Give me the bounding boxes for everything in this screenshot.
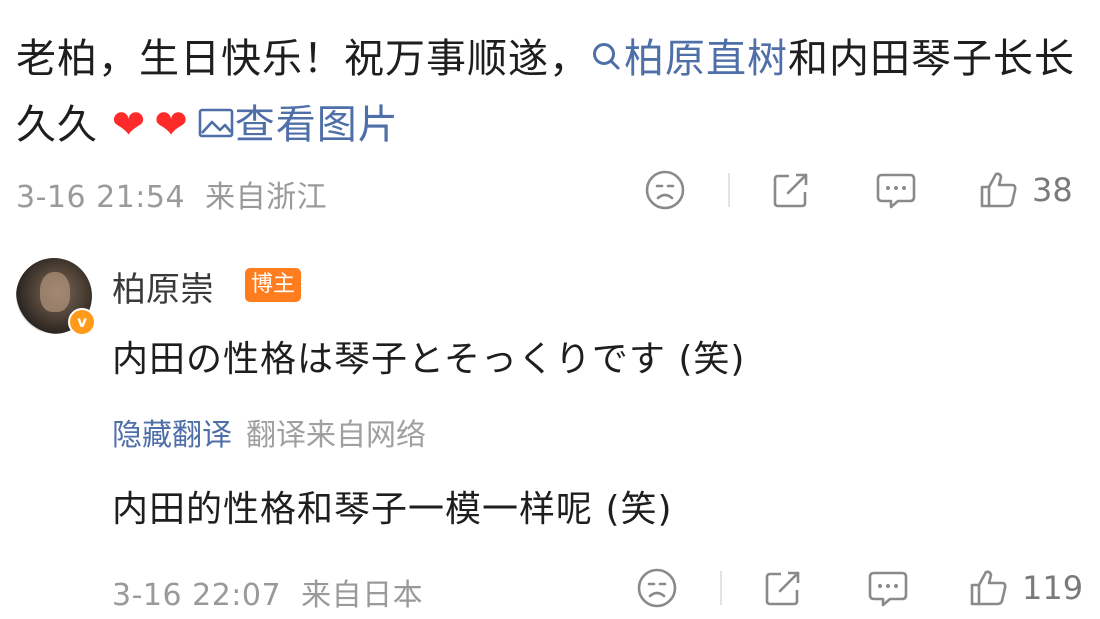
comment-icon (876, 173, 916, 209)
like-count: 119 (1022, 569, 1084, 607)
comment-location: 来自浙江 (205, 180, 328, 215)
sad-face-icon (645, 170, 685, 210)
reply-actions: 119 (636, 564, 1083, 612)
dislike-button[interactable] (636, 567, 678, 609)
host-badge: 博主 (245, 268, 302, 302)
comment-timestamp: 3-16 21:54 (16, 180, 186, 215)
comment-body-start: 老柏，生日快乐！祝万事顺遂， (16, 36, 590, 82)
search-link[interactable]: 柏原直树 (590, 36, 788, 82)
translation-source: 翻译来自网络 (246, 418, 426, 453)
comment-button[interactable] (874, 169, 918, 211)
divider (728, 173, 730, 207)
hide-translation-link[interactable]: 隐藏翻译 (112, 418, 232, 453)
like-count: 38 (1032, 171, 1073, 209)
heart-emoji: ❤ (154, 102, 189, 148)
verified-badge-icon: v (68, 308, 96, 336)
like-button[interactable]: 119 (968, 567, 1083, 609)
reply-meta: 3-16 22:07 来自日本 (112, 570, 423, 614)
comment-meta: 3-16 21:54 来自浙江 (16, 172, 327, 216)
like-button[interactable]: 38 (978, 169, 1073, 211)
translated-text: 内田的性格和琴子一模一样呢 (笑) (112, 489, 673, 530)
search-link-label: 柏原直树 (624, 36, 788, 82)
share-button[interactable] (762, 567, 804, 609)
divider (720, 571, 722, 605)
share-icon (765, 571, 800, 606)
avatar[interactable]: v (16, 258, 96, 336)
translation-row: 隐藏翻译 翻译来自网络 (112, 410, 426, 454)
reply-location: 来自日本 (301, 578, 424, 613)
share-button[interactable] (770, 169, 812, 211)
thumbs-up-icon (980, 172, 1017, 208)
comment-button[interactable] (866, 567, 910, 609)
share-icon (773, 173, 808, 208)
comment-text: 老柏，生日快乐！祝万事顺遂， 柏原直树和内田琴子长长久久 ❤ ❤ 查看图片 (16, 26, 1086, 158)
view-image-label: 查看图片 (234, 102, 399, 148)
search-icon (593, 43, 620, 70)
view-image-link[interactable]: 查看图片 (197, 102, 399, 148)
reply-username[interactable]: 柏原崇 (112, 262, 214, 311)
sad-face-icon (637, 568, 677, 608)
thumbs-up-icon (970, 570, 1007, 606)
reply-text: 内田の性格は琴子とそっくりです (笑) (112, 339, 746, 380)
comment-actions: 38 (644, 166, 1073, 214)
image-icon (198, 108, 234, 138)
heart-emoji: ❤ (111, 102, 147, 148)
dislike-button[interactable] (644, 169, 686, 211)
comment-icon (868, 571, 908, 607)
reply-timestamp: 3-16 22:07 (112, 578, 282, 613)
